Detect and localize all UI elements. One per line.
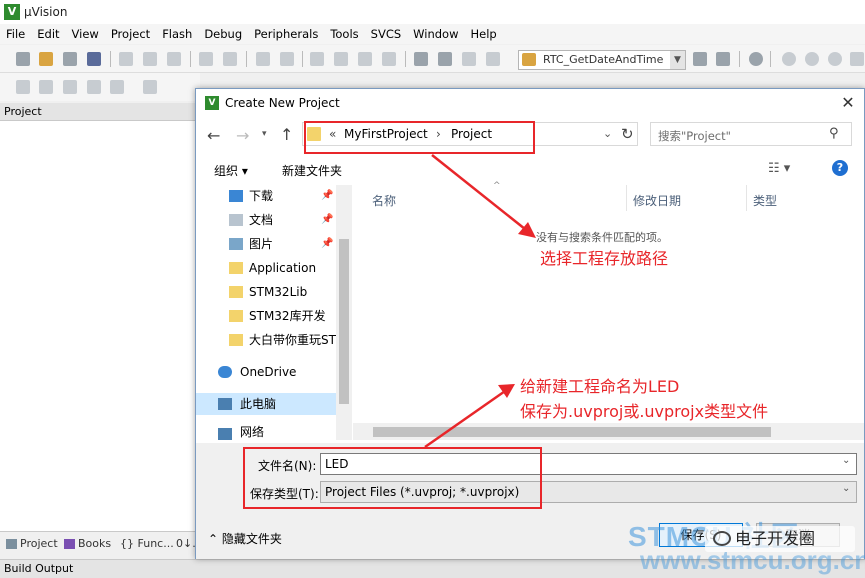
- wechat-account-name: 电子开发圈: [735, 529, 816, 548]
- path-annotation: 选择工程存放路径: [540, 249, 669, 268]
- wechat-icon: [713, 531, 731, 546]
- annotation-arrows: [424, 154, 536, 449]
- name-annotation-line1: 给新建工程命名为LED: [520, 377, 680, 396]
- name-annotation-line2: 保存为.uvproj或.uvprojx类型文件: [520, 402, 769, 421]
- wechat-badge: 电子开发圈: [705, 526, 855, 552]
